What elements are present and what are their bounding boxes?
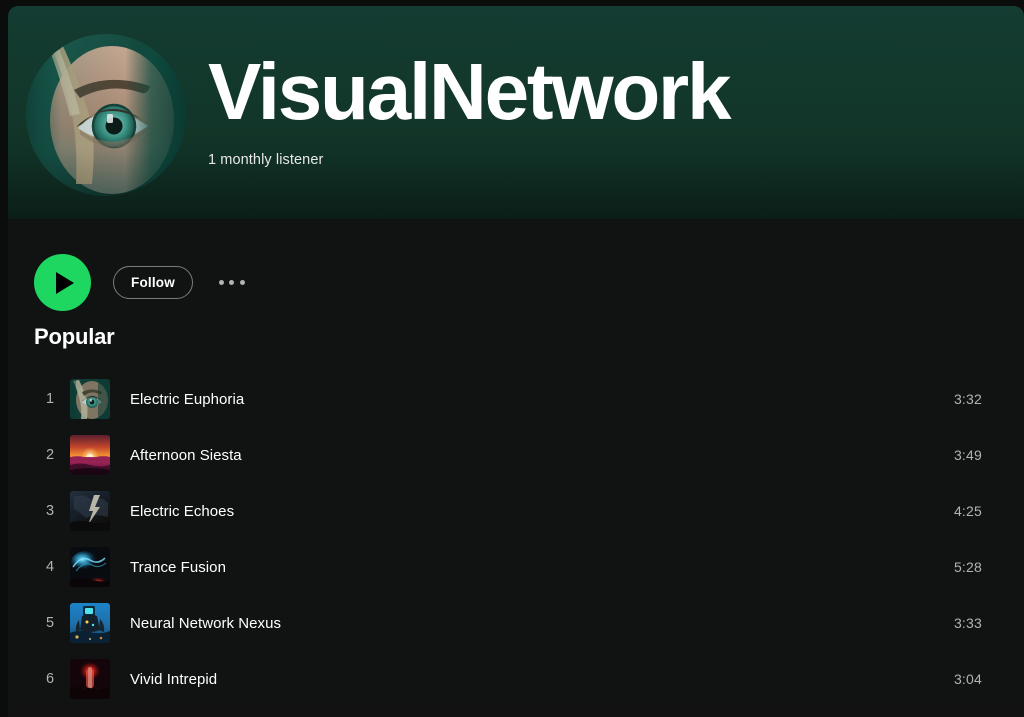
monthly-listeners: 1 monthly listener [208, 152, 324, 168]
album-art-image [70, 491, 110, 531]
artist-header: VisualNetwork 1 monthly listener [8, 6, 1024, 219]
track-index: 2 [45, 447, 55, 463]
track-index: 6 [45, 671, 55, 687]
content-panel: VisualNetwork 1 monthly listener Follow … [8, 6, 1024, 717]
table-row[interactable]: 4 Trance Fusion 5:28 [34, 539, 1024, 595]
track-index: 5 [45, 615, 55, 631]
track-duration: 3:49 [953, 447, 982, 463]
more-dot-icon [218, 280, 224, 285]
album-art-image [70, 547, 110, 587]
table-row[interactable]: 6 Vivid Intrepid 3:04 [34, 651, 1024, 707]
track-duration: 3:32 [953, 391, 982, 407]
album-art-image [70, 603, 110, 643]
play-icon [55, 271, 74, 294]
track-title: Neural Network Nexus [130, 614, 282, 632]
track-index: 1 [45, 391, 55, 407]
track-duration: 3:33 [953, 615, 982, 631]
album-art-sunset [70, 435, 110, 475]
page-title: VisualNetwork [208, 47, 731, 136]
table-row[interactable]: 2 Afternoon Siesta 3:49 [34, 427, 1024, 483]
more-dot-icon [229, 280, 235, 285]
more-dot-icon [239, 280, 245, 285]
album-art-trance [70, 547, 110, 587]
play-button[interactable] [34, 254, 91, 311]
track-title: Trance Fusion [130, 558, 226, 576]
album-art-storm [70, 491, 110, 531]
album-art-image [70, 435, 110, 475]
table-row[interactable]: 3 Electric Echoes 4:25 [34, 483, 1024, 539]
track-title: Vivid Intrepid [130, 670, 218, 688]
track-duration: 4:25 [953, 503, 982, 519]
follow-button[interactable]: Follow [113, 266, 193, 299]
popular-section: Popular 1 Electric Euphoria 3:32 2 After… [8, 324, 1024, 707]
album-art-neural [70, 603, 110, 643]
track-duration: 5:28 [953, 559, 982, 575]
track-title: Electric Euphoria [130, 390, 245, 408]
action-bar: Follow [8, 219, 1024, 324]
section-heading: Popular [34, 324, 115, 349]
table-row[interactable]: 1 Electric Euphoria 3:32 [34, 371, 1024, 427]
track-title: Afternoon Siesta [130, 446, 242, 464]
album-art-image [70, 379, 110, 419]
avatar[interactable] [26, 34, 186, 196]
track-duration: 3:04 [953, 671, 982, 687]
table-row[interactable]: 5 Neural Network Nexus 3:33 [34, 595, 1024, 651]
album-art-eye [70, 379, 110, 419]
avatar-image [26, 34, 186, 196]
track-list: 1 Electric Euphoria 3:32 2 Afternoon Sie… [34, 371, 1024, 707]
artist-header-text: VisualNetwork 1 monthly listener [208, 47, 994, 169]
album-art-image [70, 659, 110, 699]
track-index: 4 [45, 559, 55, 575]
track-title: Electric Echoes [130, 502, 235, 520]
track-index: 3 [45, 503, 55, 519]
spotify-artist-page: VisualNetwork 1 monthly listener Follow … [0, 0, 1024, 717]
album-art-vivid [70, 659, 110, 699]
more-options-button[interactable] [215, 274, 249, 291]
